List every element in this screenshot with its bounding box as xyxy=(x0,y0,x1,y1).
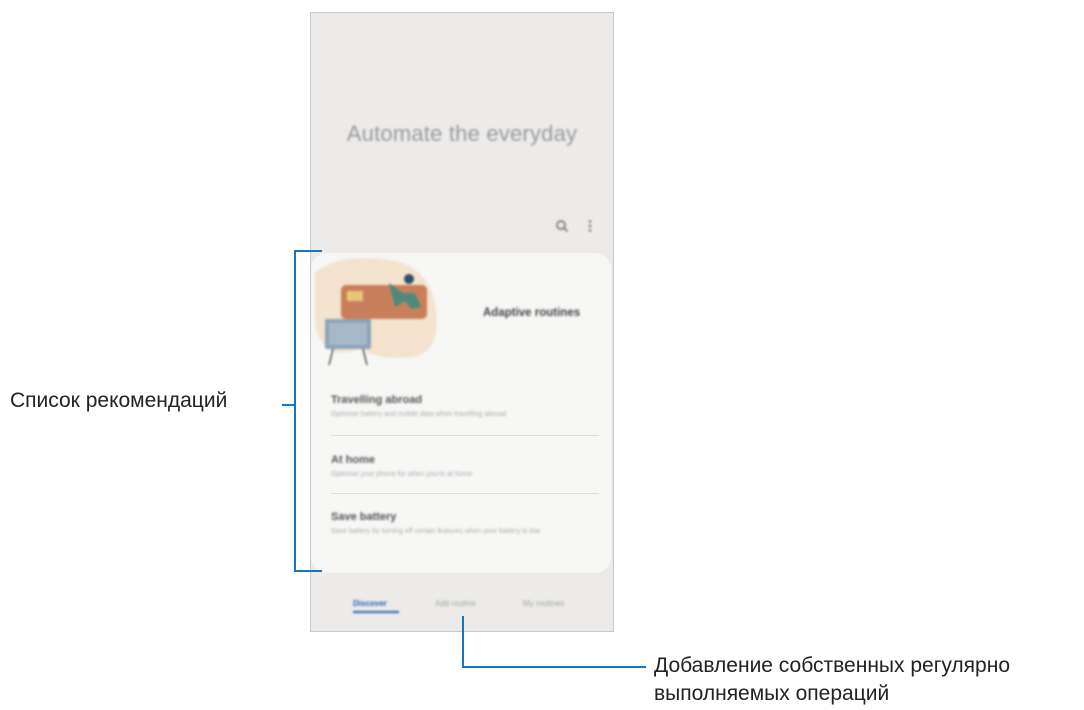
list-item[interactable]: At home Optimise your phone for when you… xyxy=(331,454,599,480)
list-item[interactable]: Travelling abroad Optimise battery and m… xyxy=(331,394,599,420)
callout-vertical xyxy=(462,616,464,668)
more-vert-icon[interactable] xyxy=(583,219,597,233)
active-tab-indicator xyxy=(353,611,399,613)
bracket-top xyxy=(294,250,322,252)
callout-horizontal xyxy=(462,666,646,668)
list-item[interactable]: Save battery Save battery by turning off… xyxy=(331,511,599,537)
annotation-add-routine-line2: выполняемых операций xyxy=(654,682,890,705)
annotation-add-routine-line1: Добавление собственных регулярно xyxy=(654,654,1010,677)
bracket-vertical xyxy=(294,250,296,572)
phone-screen: Automate the everyday Adaptive routines … xyxy=(310,12,614,632)
search-icon[interactable] xyxy=(555,219,569,233)
item-subtitle: Save battery by turning off certain feat… xyxy=(331,528,540,535)
tab-discover[interactable]: Discover xyxy=(353,599,387,608)
divider xyxy=(331,493,599,494)
item-title: At home xyxy=(331,454,375,466)
item-subtitle: Optimise your phone for when you're at h… xyxy=(331,471,473,478)
bottom-nav: Discover Add routine My routines xyxy=(311,599,613,615)
bracket-pointer xyxy=(282,404,294,406)
couch-illustration xyxy=(315,257,437,366)
tab-add-routine[interactable]: Add routine xyxy=(435,599,476,608)
recommendations-card: Adaptive routines Travelling abroad Opti… xyxy=(311,253,611,573)
divider xyxy=(331,435,599,436)
bracket-bottom xyxy=(294,570,322,572)
top-actions xyxy=(555,219,597,233)
item-subtitle: Optimise battery and mobile data when tr… xyxy=(331,411,507,418)
card-heading: Adaptive routines xyxy=(483,307,581,319)
annotation-recommendations: Список рекомендаций xyxy=(10,389,228,412)
tab-my-routines[interactable]: My routines xyxy=(523,599,564,608)
hero-title: Automate the everyday xyxy=(346,121,578,146)
item-title: Travelling abroad xyxy=(331,394,423,406)
item-title: Save battery xyxy=(331,511,397,523)
